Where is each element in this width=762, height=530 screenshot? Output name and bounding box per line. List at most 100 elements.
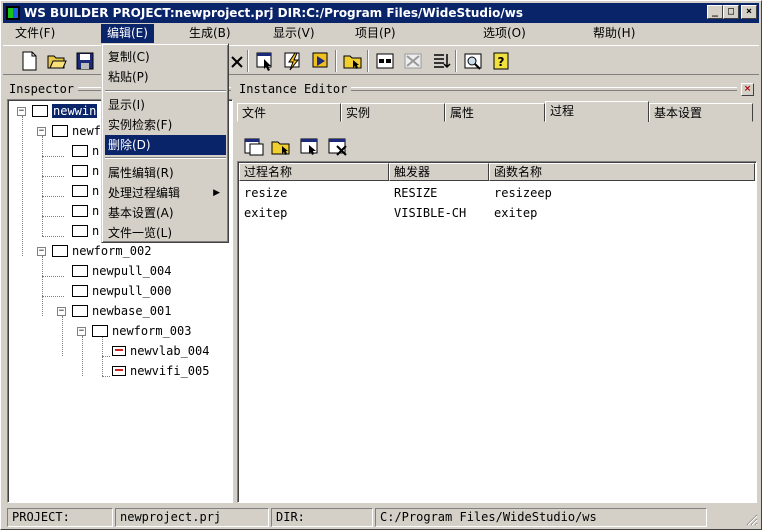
menu-item-basic-settings[interactable]: 基本设置(A) [105, 203, 226, 223]
window-tool-button[interactable] [373, 49, 397, 73]
tree-node[interactable]: newf [52, 122, 101, 140]
menu-item-find-instance[interactable]: 实例检索(F) [105, 115, 226, 135]
select-tool-button[interactable] [253, 49, 277, 73]
help-tool-button[interactable]: ? [489, 49, 513, 73]
menu-item-show[interactable]: 显示(I) [105, 95, 226, 115]
tree-node-label: newform_002 [72, 244, 152, 258]
menu-view[interactable]: 显示(V) [267, 24, 321, 43]
close-button[interactable]: × [741, 5, 757, 19]
tab-attributes[interactable]: 属性 [445, 103, 545, 122]
form-node-icon [52, 245, 68, 257]
tree-connector [102, 356, 110, 357]
tree-node[interactable]: newvlab_004 [112, 342, 209, 360]
new-file-button[interactable] [17, 49, 41, 73]
window-node-icon [32, 105, 48, 117]
edit-procedure-icon[interactable] [299, 137, 321, 157]
toolbar-separator [247, 50, 249, 72]
submenu-arrow-icon: ▶ [213, 188, 220, 198]
tree-node[interactable]: newwin [32, 102, 98, 120]
window-title: WS BUILDER PROJECT:newproject.prj DIR:C:… [24, 6, 523, 20]
menu-file[interactable]: 文件(F) [9, 24, 61, 43]
status-dir-label: DIR: [271, 508, 373, 527]
tree-collapse-toggle[interactable]: − [37, 247, 46, 256]
menu-help[interactable]: 帮助(H) [587, 24, 641, 43]
inspector-title: Inspector [9, 82, 75, 96]
grid-tool-button[interactable] [401, 49, 425, 73]
save-button[interactable] [73, 49, 97, 73]
table-cell-trigger: VISIBLE-CH [394, 206, 467, 220]
tree-node[interactable]: newpull_000 [72, 282, 171, 300]
menu-item-delete[interactable]: 删除(D) [105, 135, 226, 155]
minimize-button[interactable]: _ [707, 5, 723, 19]
open-procedure-icon[interactable] [271, 137, 293, 157]
instance-editor-grip[interactable] [351, 87, 737, 91]
menu-project[interactable]: 项目(P) [349, 24, 402, 43]
menu-item-edit-procedures[interactable]: 处理过程编辑 ▶ [105, 183, 226, 203]
tree-collapse-toggle[interactable]: − [77, 327, 86, 336]
preview-tool-button[interactable] [461, 49, 485, 73]
delete-procedure-icon[interactable] [327, 137, 349, 157]
tree-node[interactable]: n [72, 142, 99, 160]
tree-collapse-toggle[interactable]: − [57, 307, 66, 316]
menu-item-paste[interactable]: 粘贴(P) [105, 67, 226, 87]
run-tool-button[interactable] [309, 49, 333, 73]
build-tool-button[interactable] [281, 49, 305, 73]
magnifier-icon [464, 53, 482, 70]
main-window: WS BUILDER PROJECT:newproject.prj DIR:C:… [0, 0, 762, 530]
column-header-function[interactable]: 函数名称 [489, 163, 755, 181]
procedure-table[interactable]: 过程名称 触发器 函数名称 resize RESIZE resizeep exi… [237, 161, 757, 503]
tree-node[interactable]: n [72, 202, 99, 220]
label-node-icon [112, 346, 126, 356]
save-icon [76, 52, 94, 70]
open-folder-button[interactable] [45, 49, 69, 73]
tab-instance[interactable]: 实例 [341, 103, 445, 122]
menu-item-edit-attributes[interactable]: 属性编辑(R) [105, 163, 226, 183]
tree-node[interactable]: newvifi_005 [112, 362, 209, 380]
column-header-trigger[interactable]: 触发器 [389, 163, 489, 181]
table-cell-function: resizeep [494, 186, 552, 200]
tree-collapse-toggle[interactable]: − [17, 107, 26, 116]
widget-node-icon [72, 185, 88, 197]
menu-options[interactable]: 选项(O) [477, 24, 532, 43]
procedure-toolbar [243, 137, 349, 157]
tab-procedures[interactable]: 过程 [545, 101, 649, 122]
tree-node[interactable]: newform_002 [52, 242, 151, 260]
table-row[interactable]: resize RESIZE resizeep [238, 183, 754, 203]
tree-node[interactable]: newbase_001 [72, 302, 171, 320]
list-tool-button[interactable] [429, 49, 453, 73]
tree-node[interactable]: newform_003 [92, 322, 191, 340]
lightning-icon [284, 52, 300, 71]
resize-grip-icon[interactable] [746, 514, 758, 526]
menu-item-file-list[interactable]: 文件一览(L) [105, 223, 226, 243]
new-procedure-icon[interactable] [243, 137, 265, 157]
tree-node-label: newvifi_005 [130, 364, 210, 378]
tree-node-label: newf [72, 124, 101, 138]
instance-editor-close-button[interactable]: × [741, 83, 754, 96]
tree-connector [42, 156, 64, 157]
tree-connector [82, 336, 83, 376]
tree-node[interactable]: n [72, 182, 99, 200]
status-dir-value: C:/Program Files/WideStudio/ws [375, 508, 707, 527]
tab-basic-settings[interactable]: 基本设置 [649, 103, 753, 122]
project-tool-button[interactable] [341, 49, 365, 73]
tree-connector [42, 276, 64, 277]
tree-node[interactable]: n [72, 162, 99, 180]
tree-node-label: n [92, 204, 100, 218]
tree-node[interactable]: n [72, 222, 99, 240]
column-header-procedure[interactable]: 过程名称 [239, 163, 389, 181]
widget-node-icon [72, 205, 88, 217]
new-file-icon [22, 51, 37, 71]
tree-node[interactable]: newpull_004 [72, 262, 171, 280]
tree-collapse-toggle[interactable]: − [37, 127, 46, 136]
tab-file[interactable]: 文件 [237, 103, 341, 122]
tree-connector [22, 116, 23, 256]
maximize-button[interactable]: □ [723, 5, 739, 19]
menu-build[interactable]: 生成(B) [183, 24, 237, 43]
menu-item-copy[interactable]: 复制(C) [105, 47, 226, 67]
form-node-icon [52, 125, 68, 137]
table-row[interactable]: exitep VISIBLE-CH exitep [238, 203, 754, 223]
run-icon [312, 52, 328, 68]
title-bar[interactable]: WS BUILDER PROJECT:newproject.prj DIR:C:… [3, 3, 759, 23]
menu-edit[interactable]: 编辑(E) [101, 24, 154, 43]
instance-editor-header: Instance Editor [239, 81, 737, 97]
